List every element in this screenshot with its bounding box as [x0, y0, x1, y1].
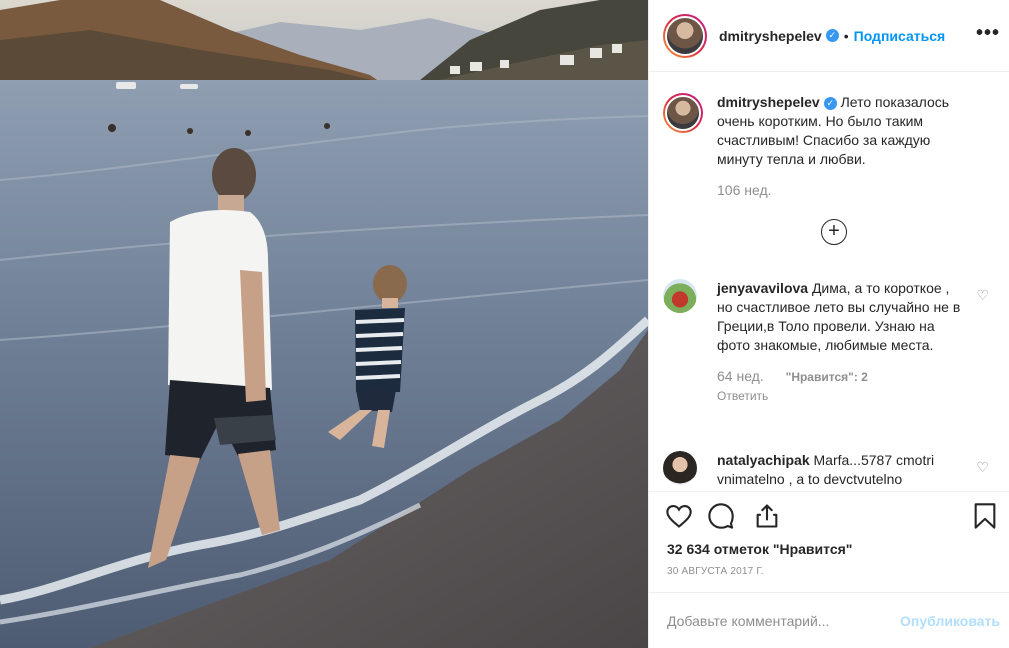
author-avatar[interactable]: [663, 13, 707, 58]
comments-list[interactable]: dmitryshepelev ✓ Лето показалось очень ко…: [649, 73, 1009, 490]
comment-username[interactable]: natalyachipak: [717, 452, 810, 468]
beach-photo: [0, 0, 648, 648]
caption-time[interactable]: 106 нед.: [717, 181, 967, 200]
caption-avatar[interactable]: [663, 93, 703, 133]
follow-button[interactable]: Подписаться: [854, 28, 946, 44]
comment-like-count[interactable]: "Нравится": 2: [786, 370, 868, 384]
comment-composer: Опубликовать: [649, 592, 1009, 648]
comment-username[interactable]: jenyavavilova: [717, 280, 808, 296]
load-more-comments-button[interactable]: +: [821, 219, 847, 245]
bookmark-icon[interactable]: [971, 502, 999, 530]
reply-button[interactable]: Ответить: [717, 387, 967, 406]
more-options-icon[interactable]: •••: [976, 22, 1000, 45]
verified-icon: ✓: [823, 96, 837, 110]
caption-text: dmitryshepelev ✓ Лето показалось очень ко…: [717, 93, 967, 169]
post-side-panel: dmitryshepelev ✓ • Подписаться ••• dmitr…: [648, 0, 1009, 648]
post-actions: 32 634 отметок "Нравится" 30 АВГУСТА 201…: [649, 491, 1009, 591]
comment-icon[interactable]: [707, 502, 735, 530]
post-header: dmitryshepelev ✓ • Подписаться •••: [649, 0, 1009, 72]
comment-item: natalyachipak Marfa...5787 cmotri vnimat…: [663, 451, 1003, 489]
post-date[interactable]: 30 АВГУСТА 2017 Г.: [667, 566, 764, 577]
comment-time: 64 нед. "Нравится": 2: [717, 367, 967, 387]
comment-input[interactable]: [667, 612, 901, 629]
caption: dmitryshepelev ✓ Лето показалось очень ко…: [663, 93, 1003, 200]
caption-username[interactable]: dmitryshepelev: [717, 94, 820, 110]
post-photo[interactable]: [0, 0, 648, 648]
verified-icon: ✓: [825, 29, 839, 42]
share-icon[interactable]: [753, 502, 781, 530]
commenter-avatar[interactable]: [663, 279, 697, 313]
separator-dot: •: [843, 27, 849, 44]
comment-item: jenyavavilova Дима, а то короткое , но с…: [663, 279, 1003, 406]
comment-text: natalyachipak Marfa...5787 cmotri vnimat…: [717, 451, 967, 489]
heart-icon[interactable]: ♡: [976, 459, 989, 476]
heart-icon[interactable]: [665, 502, 693, 530]
author-username[interactable]: dmitryshepelev: [719, 28, 822, 44]
publish-button[interactable]: Опубликовать: [900, 613, 1000, 629]
commenter-avatar[interactable]: [663, 451, 697, 485]
instagram-post: dmitryshepelev ✓ • Подписаться ••• dmitr…: [0, 0, 1009, 648]
likes-count[interactable]: 32 634 отметок "Нравится": [667, 541, 852, 557]
comment-text: jenyavavilova Дима, а то короткое , но с…: [717, 279, 967, 355]
heart-icon[interactable]: ♡: [976, 287, 989, 304]
comment-timestamp[interactable]: 64 нед.: [717, 368, 764, 384]
